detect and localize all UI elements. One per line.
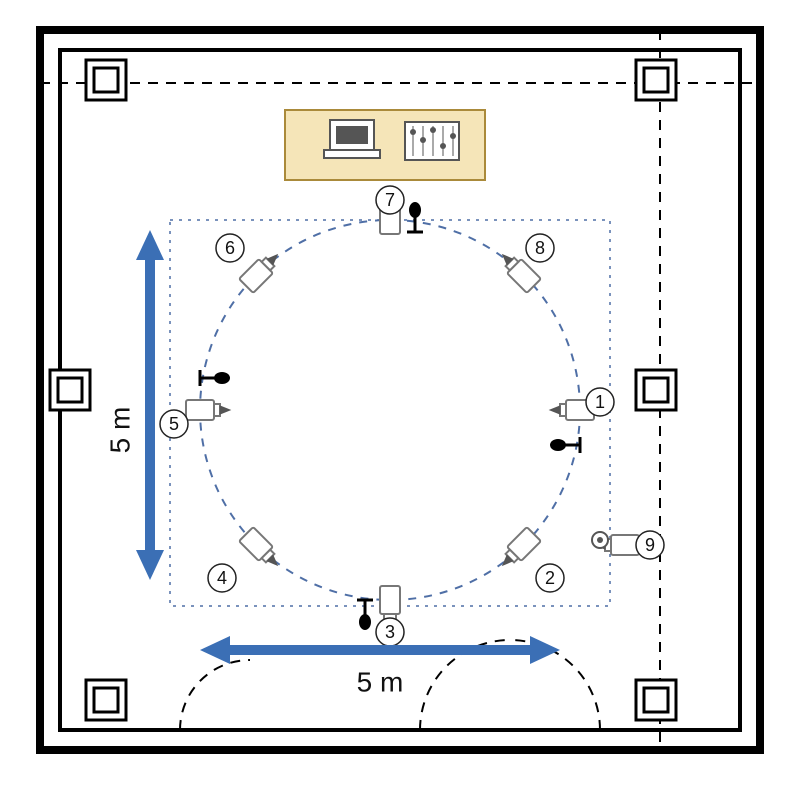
laptop-icon — [324, 120, 380, 158]
position-label-6: 6 — [216, 234, 244, 262]
microphone-left — [200, 370, 230, 386]
microphone-bottom — [357, 600, 373, 630]
capture-area-square — [170, 220, 610, 606]
position-label-7: 7 — [376, 186, 404, 214]
svg-text:8: 8 — [535, 238, 545, 258]
position-label-2: 2 — [536, 564, 564, 592]
svg-text:3: 3 — [385, 622, 395, 642]
camera-2 — [496, 527, 541, 572]
svg-text:9: 9 — [645, 535, 655, 555]
svg-text:5 m: 5 m — [357, 667, 404, 698]
camera-9 — [592, 532, 639, 555]
position-label-9: 9 — [636, 531, 664, 559]
svg-text:5: 5 — [169, 414, 179, 434]
position-label-5: 5 — [160, 410, 188, 438]
position-label-3: 3 — [376, 618, 404, 646]
floor-plan-diagram: 1 2 3 4 5 6 7 8 9 5 m — [0, 0, 800, 789]
audio-mixer-icon — [405, 122, 459, 160]
svg-text:2: 2 — [545, 568, 555, 588]
svg-text:5 m: 5 m — [105, 407, 136, 454]
microphone-top — [407, 202, 423, 232]
svg-text:7: 7 — [385, 190, 395, 210]
microphone-right — [550, 437, 580, 453]
position-label-1: 1 — [586, 388, 614, 416]
position-label-8: 8 — [526, 234, 554, 262]
svg-text:6: 6 — [225, 238, 235, 258]
control-desk — [285, 110, 485, 180]
dimension-vertical: 5 m — [105, 230, 165, 580]
svg-text:4: 4 — [217, 568, 227, 588]
dimension-horizontal: 5 m — [200, 636, 560, 698]
camera-6 — [239, 248, 284, 293]
camera-5 — [186, 400, 230, 420]
svg-text:1: 1 — [595, 392, 605, 412]
camera-4 — [239, 527, 284, 572]
position-label-4: 4 — [208, 564, 236, 592]
